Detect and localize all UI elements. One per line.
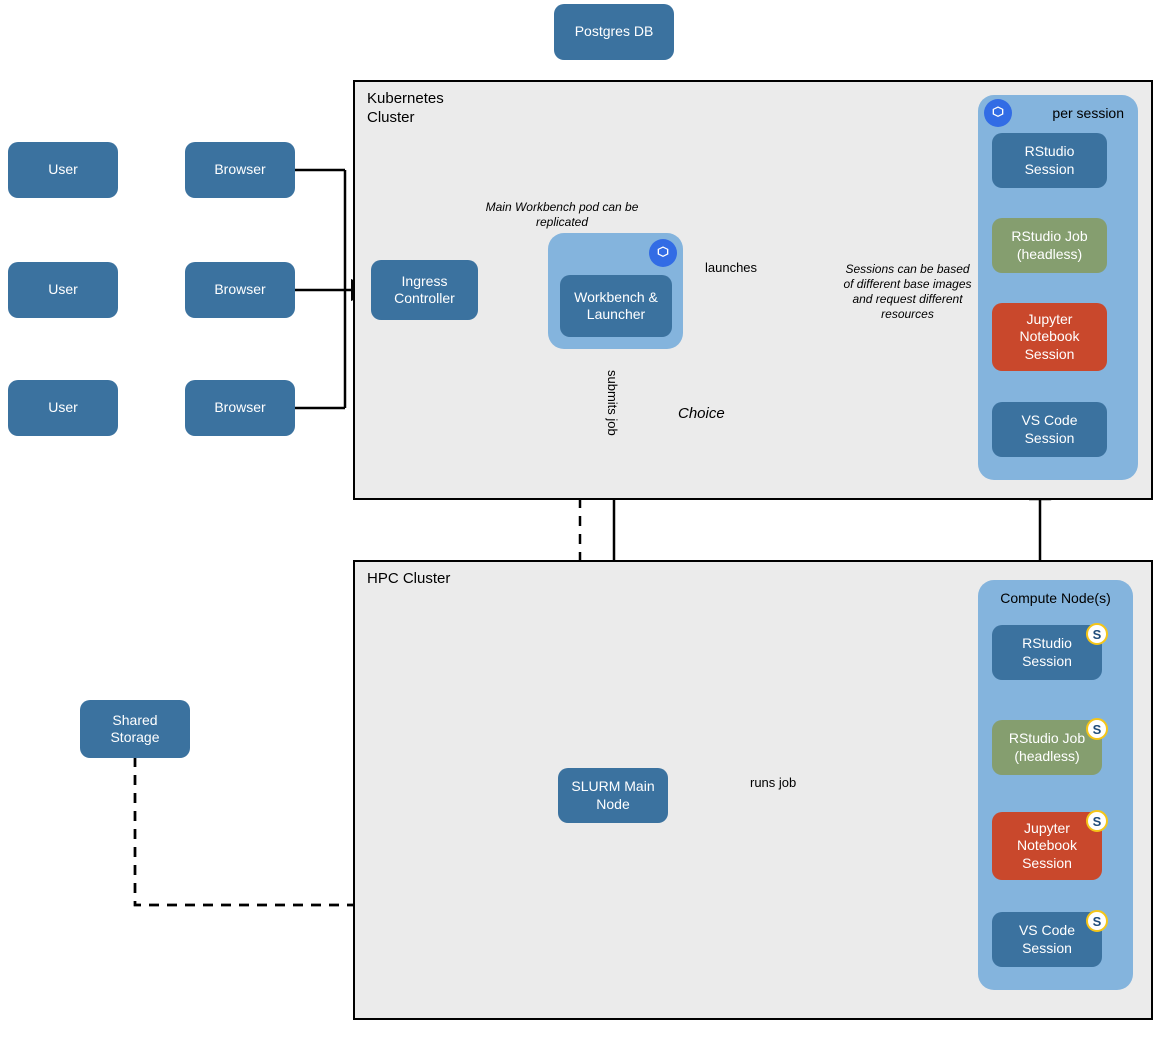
node-vscode-session-k8s: VS Code Session	[992, 402, 1107, 457]
node-browser-3: Browser	[185, 380, 295, 436]
edge-label-runs-job: runs job	[750, 775, 796, 790]
node-rstudio-session-k8s: RStudio Session	[992, 133, 1107, 188]
node-postgres: Postgres DB	[554, 4, 674, 60]
singularity-icon: S	[1086, 910, 1108, 932]
node-browser-2: Browser	[185, 262, 295, 318]
singularity-icon: S	[1086, 810, 1108, 832]
node-label: SLURM Main Node	[564, 778, 662, 813]
caption-replicated: Main Workbench pod can be replicated	[462, 200, 662, 230]
node-label: Ingress Controller	[377, 273, 472, 308]
node-label: RStudio Session	[998, 143, 1101, 178]
node-label: RStudio Job (headless)	[998, 228, 1101, 263]
node-label: User	[48, 161, 78, 179]
caption-base-images: Sessions can be based of different base …	[840, 262, 975, 322]
node-user-1: User	[8, 142, 118, 198]
node-label: VS Code Session	[998, 412, 1101, 447]
node-label: VS Code Session	[998, 922, 1096, 957]
edge-label-choice: Choice	[678, 405, 725, 422]
singularity-icon: S	[1086, 718, 1108, 740]
singularity-icon: S	[1086, 623, 1108, 645]
cluster-label-k8s: Kubernetes Cluster	[367, 90, 444, 128]
pod-icon	[984, 99, 1012, 127]
node-label: Browser	[214, 399, 265, 417]
node-rstudio-job-k8s: RStudio Job (headless)	[992, 218, 1107, 273]
node-browser-1: Browser	[185, 142, 295, 198]
node-label: Postgres DB	[575, 23, 654, 41]
pod-label-per-session: per session	[1052, 105, 1124, 121]
cluster-label-hpc: HPC Cluster	[367, 570, 450, 589]
node-label: Shared Storage	[86, 712, 184, 747]
node-label: Browser	[214, 161, 265, 179]
node-workbench-launcher: Workbench & Launcher	[560, 275, 672, 337]
node-label: Browser	[214, 281, 265, 299]
node-label: Jupyter Notebook Session	[998, 820, 1096, 873]
node-label: RStudio Job (headless)	[998, 730, 1096, 765]
edge-label-launches: launches	[705, 260, 757, 275]
node-label: User	[48, 399, 78, 417]
pod-icon	[649, 239, 677, 267]
node-slurm-main: SLURM Main Node	[558, 768, 668, 823]
node-label: RStudio Session	[998, 635, 1096, 670]
node-label: User	[48, 281, 78, 299]
node-ingress-controller: Ingress Controller	[371, 260, 478, 320]
pod-label-compute: Compute Node(s)	[978, 590, 1133, 606]
node-jupyter-session-k8s: Jupyter Notebook Session	[992, 303, 1107, 371]
diagram-canvas: Postgres DB User Browser User Browser Us…	[0, 0, 1161, 1051]
node-label: Workbench & Launcher	[566, 289, 666, 324]
node-user-3: User	[8, 380, 118, 436]
node-shared-storage: Shared Storage	[80, 700, 190, 758]
node-user-2: User	[8, 262, 118, 318]
edge-label-submits-job: submits job	[605, 370, 620, 436]
node-label: Jupyter Notebook Session	[998, 311, 1101, 364]
